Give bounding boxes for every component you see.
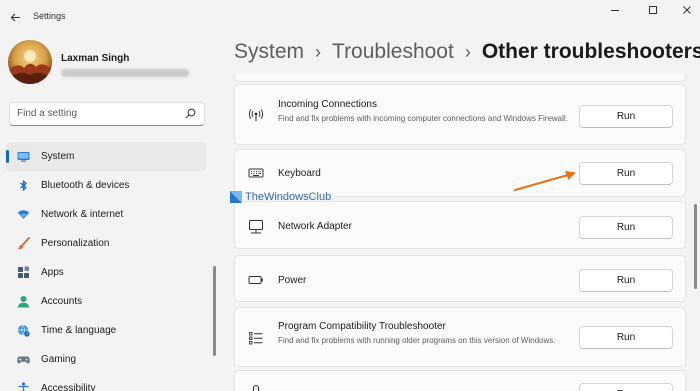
globe-clock-icon [17, 324, 30, 337]
back-button[interactable] [4, 6, 26, 28]
user-email-redacted [61, 69, 189, 77]
title-bar: Settings [0, 0, 700, 34]
troubleshooter-description: Find and fix problems with running older… [278, 336, 556, 345]
app-title: Settings [33, 11, 66, 21]
troubleshooter-card-recording: Run [234, 370, 686, 391]
network-adapter-icon [248, 219, 264, 235]
sidebar-item-label: Gaming [41, 354, 77, 365]
search-icon[interactable] [185, 108, 196, 119]
maximize-icon [649, 6, 657, 14]
breadcrumb-separator: › [315, 41, 322, 62]
troubleshooter-card-power: Power Run [234, 255, 686, 302]
nav-list: System Bluetooth & devices Network & int… [6, 142, 206, 391]
sidebar-scrollbar[interactable] [213, 266, 216, 356]
sidebar-item-gaming[interactable]: Gaming [6, 345, 206, 374]
battery-icon [248, 272, 264, 288]
troubleshooter-title: Keyboard [278, 168, 321, 179]
watermark: TheWindowsClub [230, 191, 331, 203]
apps-icon [17, 266, 30, 279]
accessibility-icon [17, 382, 30, 391]
sidebar-item-label: Accessibility [41, 383, 96, 391]
run-button-recording[interactable]: Run [579, 383, 673, 391]
troubleshooter-card-keyboard: Keyboard Run [234, 149, 686, 197]
close-button[interactable] [674, 2, 700, 18]
gamepad-icon [17, 353, 30, 366]
watermark-text: TheWindowsClub [245, 191, 332, 203]
sidebar-item-label: Bluetooth & devices [41, 180, 130, 191]
sidebar-item-label: Accounts [41, 296, 83, 307]
recording-icon [248, 384, 264, 391]
windows-club-logo-icon [230, 191, 242, 203]
troubleshooter-card-program-compatibility: Program Compatibility Troubleshooter Fin… [234, 307, 686, 367]
run-button-power[interactable]: Run [579, 269, 673, 292]
keyboard-icon [248, 165, 264, 181]
sidebar-item-label: Time & language [41, 325, 117, 336]
breadcrumb-system[interactable]: System [234, 40, 304, 64]
troubleshooter-card-incoming-connections: Incoming Connections Find and fix proble… [234, 84, 686, 145]
avatar-photo [8, 40, 52, 84]
breadcrumb-separator: › [464, 41, 471, 62]
sidebar-item-label: System [41, 151, 75, 162]
sidebar-item-label: Network & internet [41, 209, 124, 220]
troubleshooter-title: Network Adapter [278, 221, 352, 232]
program-list-icon [248, 330, 264, 346]
brush-icon [17, 237, 30, 250]
troubleshooter-description: Find and fix problems with incoming comp… [278, 114, 568, 123]
search-box[interactable] [9, 102, 205, 126]
troubleshooter-title: Program Compatibility Troubleshooter [278, 321, 446, 332]
wifi-icon [17, 208, 30, 221]
content-scrollbar[interactable] [694, 204, 697, 289]
sidebar-item-accounts[interactable]: Accounts [6, 287, 206, 316]
search-input[interactable] [17, 108, 177, 119]
user-name: Laxman Singh [61, 53, 130, 64]
troubleshooter-title: Incoming Connections [278, 99, 377, 110]
sidebar-item-network[interactable]: Network & internet [6, 200, 206, 229]
sidebar-item-label: Apps [41, 267, 64, 278]
minimize-button[interactable] [602, 2, 628, 18]
sidebar: Laxman Singh System Bluetooth & devices … [0, 34, 216, 391]
sidebar-item-personalization[interactable]: Personalization [6, 229, 206, 258]
person-icon [17, 295, 30, 308]
page-title: Other troubleshooters [481, 40, 700, 63]
run-button-program-compatibility[interactable]: Run [579, 326, 673, 349]
troubleshooter-card-network-adapter: Network Adapter Run [234, 201, 686, 249]
orange-arrow-icon [513, 171, 576, 192]
bluetooth-icon [17, 179, 30, 192]
breadcrumb-troubleshoot[interactable]: Troubleshoot [332, 40, 454, 64]
troubleshooter-title: Power [278, 275, 307, 286]
troubleshooter-list: Incoming Connections Find and fix proble… [234, 74, 686, 391]
sidebar-item-system[interactable]: System [6, 142, 206, 171]
run-button-keyboard[interactable]: Run [579, 162, 673, 185]
back-arrow-icon [10, 13, 20, 21]
breadcrumb: System › Troubleshoot › Other troublesho… [234, 40, 700, 64]
sidebar-item-bluetooth[interactable]: Bluetooth & devices [6, 171, 206, 200]
sidebar-item-apps[interactable]: Apps [6, 258, 206, 287]
avatar[interactable] [8, 40, 52, 84]
sidebar-item-accessibility[interactable]: Accessibility [6, 374, 206, 391]
close-icon [683, 6, 691, 14]
sidebar-item-label: Personalization [41, 238, 110, 249]
run-button-incoming-connections[interactable]: Run [579, 105, 673, 128]
sidebar-item-time-language[interactable]: Time & language [6, 316, 206, 345]
minimize-icon [611, 10, 619, 11]
troubleshooter-card-partial [234, 74, 686, 82]
maximize-button[interactable] [640, 2, 666, 18]
run-button-network-adapter[interactable]: Run [579, 216, 673, 239]
active-indicator [6, 150, 9, 163]
broadcast-icon [248, 107, 264, 123]
monitor-icon [17, 150, 30, 163]
